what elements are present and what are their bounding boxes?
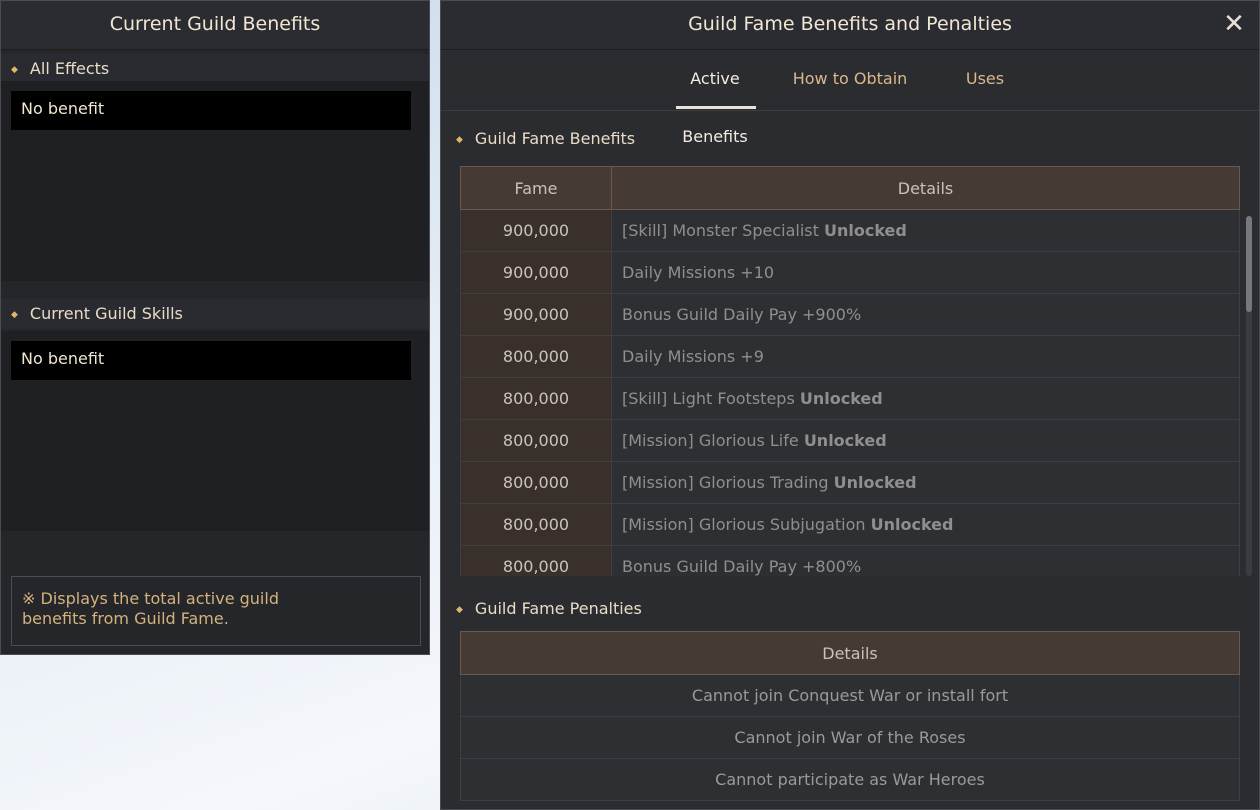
tab-how-to-obtain[interactable]: How to Obtain	[790, 50, 910, 110]
benefit-details: [Mission] Glorious Life Unlocked	[611, 419, 1240, 462]
fame-value: 800,000	[460, 503, 612, 546]
diamond-bullet-icon: ◆	[11, 65, 18, 75]
guild-skills-body: No benefit	[1, 331, 429, 531]
penalty-text: Cannot join War of the Roses	[460, 716, 1240, 759]
benefit-details: [Skill] Light Footsteps Unlocked	[611, 377, 1240, 420]
info-note: ※ Displays the total active guild benefi…	[11, 576, 421, 646]
guild-skills-heading: ◆ Current Guild Skills	[1, 299, 429, 329]
benefit-row: 900,000 [Skill] Monster Specialist Unlock…	[460, 209, 1240, 252]
benefit-value: +800%	[802, 557, 862, 576]
penalty-row: Cannot join Conquest War or install fort	[460, 674, 1240, 717]
benefit-text: Daily Missions	[622, 347, 736, 366]
penalties-heading-label: Guild Fame Penalties	[474, 599, 642, 618]
current-guild-benefits-panel: Current Guild Benefits ◆ All Effects No b…	[0, 0, 430, 655]
benefit-row: 900,000 Bonus Guild Daily Pay +900%	[460, 293, 1240, 336]
tab-active-benefits[interactable]: Active Benefits	[655, 50, 775, 146]
penalty-row: Cannot participate as War Heroes	[460, 758, 1240, 801]
benefit-details: [Mission] Glorious Trading Unlocked	[611, 461, 1240, 504]
all-effects-value: No benefit	[11, 91, 411, 130]
penalties-rows: Cannot join Conquest War or install fort…	[460, 674, 1240, 801]
fame-value: 900,000	[460, 209, 612, 252]
benefit-text: [Mission] Glorious Trading	[622, 473, 829, 492]
benefits-table: Fame Details 900,000 [Skill] Monster Spec…	[460, 166, 1240, 576]
benefit-value: Unlocked	[823, 221, 907, 240]
fame-value: 800,000	[460, 419, 612, 462]
benefit-row: 800,000 Bonus Guild Daily Pay +800%	[460, 545, 1240, 576]
all-effects-label: All Effects	[29, 59, 110, 78]
diamond-bullet-icon: ◆	[11, 310, 18, 320]
benefit-details: Daily Missions +10	[611, 251, 1240, 294]
benefit-value: Unlocked	[870, 515, 954, 534]
benefit-text: Daily Missions	[622, 263, 736, 282]
scrollbar-thumb[interactable]	[1246, 216, 1252, 312]
note-symbol: ※	[22, 589, 36, 608]
active-tab-indicator	[676, 106, 756, 109]
note-text: Displays the total active guild benefits…	[22, 589, 279, 628]
guild-skills-label: Current Guild Skills	[29, 304, 183, 323]
fame-value: 900,000	[460, 293, 612, 336]
benefit-text: Bonus Guild Daily Pay	[622, 305, 797, 324]
fame-benefits-penalties-panel: Guild Fame Benefits and Penalties ✕ Acti…	[440, 0, 1260, 810]
fame-value: 800,000	[460, 377, 612, 420]
penalties-heading: ◆ Guild Fame Penalties	[456, 594, 642, 624]
benefit-value: +900%	[802, 305, 862, 324]
benefit-details: Bonus Guild Daily Pay +800%	[611, 545, 1240, 576]
benefit-value: Unlocked	[833, 473, 917, 492]
benefit-value: +9	[740, 347, 764, 366]
benefit-details: [Mission] Glorious Subjugation Unlocked	[611, 503, 1240, 546]
benefit-row: 800,000 [Mission] Glorious Trading Unlock…	[460, 461, 1240, 504]
fame-column-header: Fame	[460, 166, 612, 210]
diamond-bullet-icon: ◆	[456, 605, 463, 615]
benefit-row: 800,000 [Mission] Glorious Subjugation Un…	[460, 503, 1240, 546]
benefits-table-scroll[interactable]: Fame Details 900,000 [Skill] Monster Spec…	[460, 166, 1240, 576]
benefit-details: [Skill] Monster Specialist Unlocked	[611, 209, 1240, 252]
benefits-rows: 900,000 [Skill] Monster Specialist Unlock…	[460, 209, 1240, 576]
all-effects-heading: ◆ All Effects	[1, 54, 429, 84]
benefits-heading: ◆ Guild Fame Benefits	[456, 124, 635, 154]
penalty-text: Cannot join Conquest War or install fort	[460, 674, 1240, 717]
benefit-value: Unlocked	[799, 389, 883, 408]
benefits-scrollbar[interactable]	[1246, 216, 1252, 576]
penalty-text: Cannot participate as War Heroes	[460, 758, 1240, 801]
benefit-row: 800,000 [Mission] Glorious Life Unlocked	[460, 419, 1240, 462]
benefit-details: Daily Missions +9	[611, 335, 1240, 378]
panel-title: Current Guild Benefits	[1, 1, 429, 50]
benefit-row: 800,000 [Skill] Light Footsteps Unlocked	[460, 377, 1240, 420]
fame-value: 800,000	[460, 335, 612, 378]
tab-uses[interactable]: Uses	[925, 50, 1045, 110]
guild-skills-value: No benefit	[11, 341, 411, 380]
details-column-header: Details	[611, 166, 1240, 210]
panel-title: Guild Fame Benefits and Penalties	[441, 1, 1259, 50]
benefit-row: 900,000 Daily Missions +10	[460, 251, 1240, 294]
diamond-bullet-icon: ◆	[456, 135, 463, 145]
benefit-details: Bonus Guild Daily Pay +900%	[611, 293, 1240, 336]
benefit-value: Unlocked	[803, 431, 887, 450]
fame-value: 900,000	[460, 251, 612, 294]
penalties-details-header: Details	[460, 631, 1240, 675]
fame-value: 800,000	[460, 545, 612, 576]
benefit-text: [Mission] Glorious Life	[622, 431, 799, 450]
benefit-text: Bonus Guild Daily Pay	[622, 557, 797, 576]
benefit-text: [Skill] Monster Specialist	[622, 221, 819, 240]
close-icon[interactable]: ✕	[1219, 9, 1249, 39]
benefit-text: [Skill] Light Footsteps	[622, 389, 795, 408]
all-effects-body: No benefit	[1, 81, 429, 281]
benefits-heading-label: Guild Fame Benefits	[474, 129, 636, 148]
penalties-table: Details Cannot join Conquest War or inst…	[460, 631, 1240, 801]
benefit-value: +10	[740, 263, 775, 282]
benefit-row: 800,000 Daily Missions +9	[460, 335, 1240, 378]
benefit-text: [Mission] Glorious Subjugation	[622, 515, 866, 534]
tab-bar: Active Benefits How to Obtain Uses	[441, 50, 1259, 146]
fame-value: 800,000	[460, 461, 612, 504]
penalty-row: Cannot join War of the Roses	[460, 716, 1240, 759]
